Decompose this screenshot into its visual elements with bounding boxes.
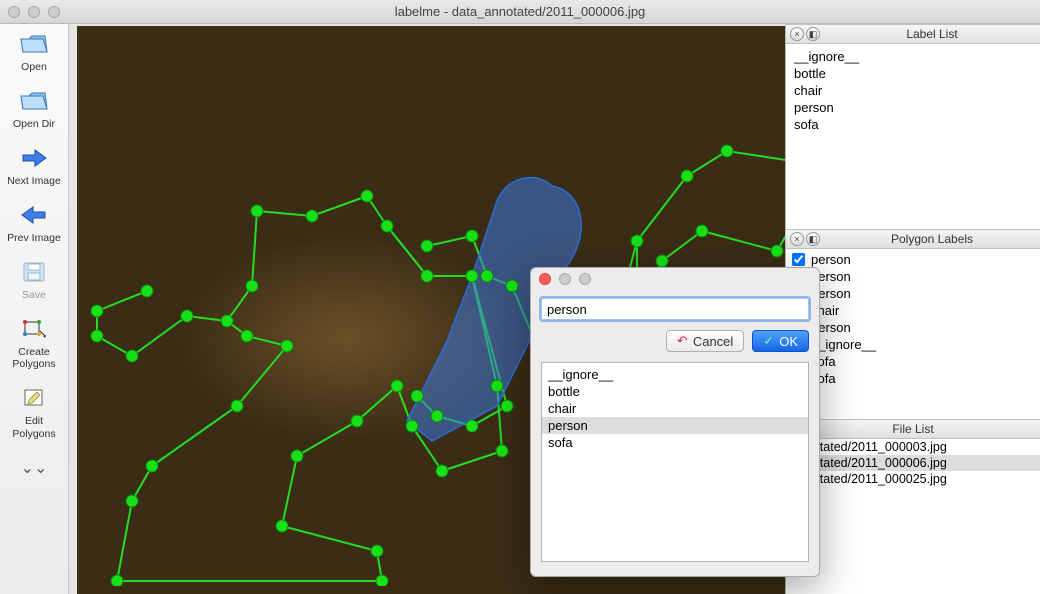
list-item[interactable]: chair: [794, 82, 1032, 99]
close-icon[interactable]: [539, 273, 551, 285]
file-list-title: File List: [786, 422, 1040, 436]
list-item[interactable]: sofa: [794, 116, 1032, 133]
minimize-window-icon[interactable]: [28, 6, 40, 18]
open-label: Open: [21, 61, 47, 73]
undock-icon[interactable]: ◧: [806, 232, 820, 246]
prev-label: Prev Image: [7, 232, 61, 244]
list-item[interactable]: __ignore__: [790, 336, 1036, 353]
open-dir-label: Open Dir: [13, 118, 55, 130]
polygon-labels-title: Polygon Labels: [824, 232, 1040, 246]
list-item[interactable]: person: [790, 285, 1036, 302]
label-input[interactable]: [541, 298, 809, 320]
file-list[interactable]: annotated/2011_000003.jpgannotated/2011_…: [786, 439, 1040, 487]
right-sidebar: × ◧ Label List __ignore__bottlechairpers…: [785, 24, 1040, 594]
list-item[interactable]: annotated/2011_000003.jpg: [786, 439, 1040, 455]
window-titlebar: labelme - data_annotated/2011_000006.jpg: [0, 0, 1040, 24]
list-item[interactable]: chair: [790, 302, 1036, 319]
label-dialog: ↶ Cancel ✓ OK __ignore__bottlechairperso…: [530, 267, 820, 577]
list-item[interactable]: sofa: [790, 353, 1036, 370]
label-list[interactable]: __ignore__bottlechairpersonsofa: [786, 44, 1040, 229]
polygon-icon: [18, 315, 50, 343]
minimize-icon: [559, 273, 571, 285]
polygon-labels-header: × ◧ Polygon Labels: [786, 229, 1040, 249]
checkbox[interactable]: [792, 253, 805, 266]
ok-label: OK: [779, 334, 798, 349]
check-icon: ✓: [763, 333, 774, 349]
label-list-title: Label List: [824, 27, 1040, 41]
prev-image-button[interactable]: Prev Image: [7, 201, 61, 244]
list-item[interactable]: sofa: [542, 434, 808, 451]
close-window-icon[interactable]: [8, 6, 20, 18]
cancel-button[interactable]: ↶ Cancel: [666, 330, 744, 352]
next-label: Next Image: [7, 175, 61, 187]
open-dir-button[interactable]: Open Dir: [13, 87, 55, 130]
list-item[interactable]: person: [790, 319, 1036, 336]
chevron-down-icon[interactable]: ⌄⌄: [21, 458, 48, 478]
close-icon[interactable]: ×: [790, 232, 804, 246]
close-icon[interactable]: ×: [790, 27, 804, 41]
edit-icon: [18, 384, 50, 412]
item-label: person: [811, 252, 851, 267]
folder-open-icon: [18, 87, 50, 115]
label-list-header: × ◧ Label List: [786, 24, 1040, 44]
list-item[interactable]: bottle: [794, 65, 1032, 82]
label-options-list[interactable]: __ignore__bottlechairpersonsofa: [541, 362, 809, 562]
list-item[interactable]: person: [794, 99, 1032, 116]
arrow-right-icon: [18, 144, 50, 172]
edit-label: Edit Polygons: [12, 415, 55, 439]
list-item[interactable]: bottle: [542, 383, 808, 400]
left-toolbar: Open Open Dir Next Image Prev Image Save: [0, 24, 69, 594]
polygon-labels-list[interactable]: personpersonpersonchairperson__ignore__s…: [786, 249, 1040, 389]
list-item[interactable]: __ignore__: [794, 48, 1032, 65]
list-item[interactable]: __ignore__: [542, 366, 808, 383]
list-item[interactable]: sofa: [790, 370, 1036, 387]
file-list-header: File List: [786, 419, 1040, 439]
undock-icon[interactable]: ◧: [806, 27, 820, 41]
zoom-window-icon[interactable]: [48, 6, 60, 18]
ok-button[interactable]: ✓ OK: [752, 330, 809, 352]
save-button: Save: [18, 258, 50, 301]
list-item[interactable]: chair: [542, 400, 808, 417]
open-button[interactable]: Open: [18, 30, 50, 73]
list-item[interactable]: person: [542, 417, 808, 434]
folder-icon: [18, 30, 50, 58]
list-item[interactable]: annotated/2011_000025.jpg: [786, 471, 1040, 487]
create-label: Create Polygons: [12, 346, 55, 370]
save-label: Save: [22, 289, 46, 301]
next-image-button[interactable]: Next Image: [7, 144, 61, 187]
arrow-left-icon: [18, 201, 50, 229]
list-item[interactable]: person: [790, 251, 1036, 268]
undo-arrow-icon: ↶: [677, 333, 688, 349]
list-item[interactable]: annotated/2011_000006.jpg: [786, 455, 1040, 471]
zoom-icon: [579, 273, 591, 285]
window-title: labelme - data_annotated/2011_000006.jpg: [0, 4, 1040, 19]
create-polygons-button[interactable]: Create Polygons: [12, 315, 55, 370]
item-label: __ignore__: [811, 337, 876, 352]
list-item[interactable]: person: [790, 268, 1036, 285]
dialog-titlebar[interactable]: [531, 268, 819, 290]
floppy-icon: [18, 258, 50, 286]
cancel-label: Cancel: [693, 334, 733, 349]
edit-polygons-button[interactable]: Edit Polygons: [12, 384, 55, 439]
